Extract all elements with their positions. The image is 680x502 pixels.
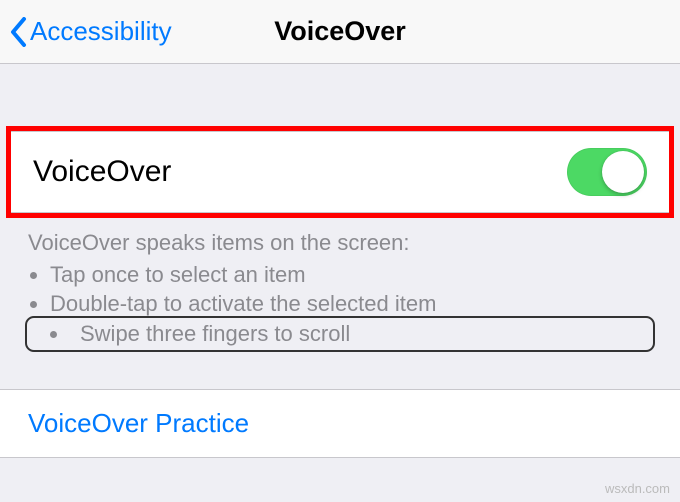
voiceover-switch[interactable] <box>567 148 647 196</box>
switch-knob <box>602 151 644 193</box>
highlight-box: VoiceOver <box>6 126 674 218</box>
voiceover-description: VoiceOver speaks items on the screen: Ta… <box>0 218 680 349</box>
description-intro: VoiceOver speaks items on the screen: <box>28 228 652 258</box>
description-list: Tap once to select an item Double-tap to… <box>28 260 652 349</box>
section-spacer <box>0 64 680 126</box>
back-label: Accessibility <box>30 16 172 47</box>
voiceover-toggle-row[interactable]: VoiceOver <box>11 131 669 213</box>
back-button[interactable]: Accessibility <box>0 16 172 47</box>
description-bullet-3: Swipe three fingers to scroll <box>28 319 652 349</box>
chevron-left-icon <box>10 17 28 47</box>
description-bullet-1: Tap once to select an item <box>50 260 652 290</box>
section-spacer <box>0 349 680 389</box>
voiceover-toggle-label: VoiceOver <box>33 155 171 189</box>
voiceover-practice-row[interactable]: VoiceOver Practice <box>0 389 680 458</box>
voiceover-practice-label: VoiceOver Practice <box>28 408 249 438</box>
navigation-bar: Accessibility VoiceOver <box>0 0 680 64</box>
description-bullet-2: Double-tap to activate the selected item <box>50 289 652 319</box>
watermark: wsxdn.com <box>605 481 670 496</box>
